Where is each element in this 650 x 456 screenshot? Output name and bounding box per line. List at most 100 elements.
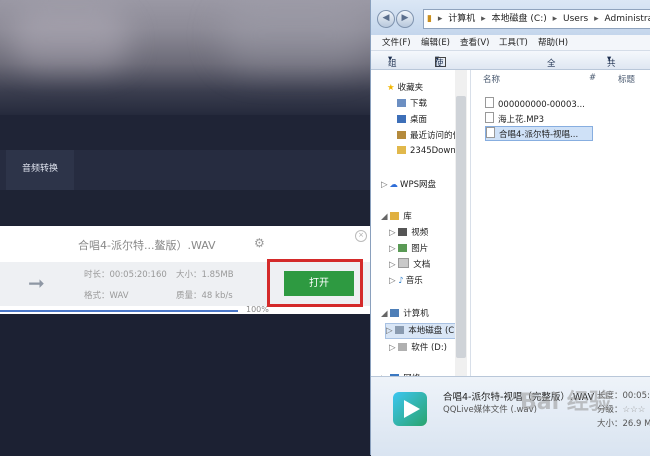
close-icon[interactable]: × bbox=[355, 230, 367, 242]
list-item[interactable]: 000000000-00003... bbox=[485, 97, 585, 110]
details-size: 大小：26.9 M bbox=[597, 417, 650, 429]
music-icon: ♪ bbox=[398, 276, 403, 286]
open-button[interactable]: 打开 bbox=[284, 271, 354, 296]
nav-computer-label: 计算机 bbox=[403, 309, 429, 319]
menu-edit[interactable]: 编辑(E) bbox=[421, 36, 450, 48]
back-icon[interactable]: ◀ bbox=[377, 10, 395, 28]
size-label: 大小：1.85MB bbox=[176, 268, 234, 280]
scrollbar-thumb[interactable] bbox=[456, 96, 466, 358]
background-blur-shape bbox=[10, 10, 130, 70]
documents-icon bbox=[398, 258, 409, 268]
pictures-icon bbox=[398, 244, 407, 252]
column-number[interactable]: # bbox=[589, 73, 596, 83]
expand-arrow-icon: ▷ bbox=[389, 260, 396, 270]
highlight-box: 打开 bbox=[267, 259, 363, 307]
chevron-right-icon: ▸ bbox=[553, 14, 558, 24]
list-item[interactable]: 海上花.MP3 bbox=[485, 112, 544, 125]
menu-file[interactable]: 文件(F) bbox=[382, 36, 411, 48]
download-folder-icon bbox=[397, 99, 406, 107]
nav-2345-label: 2345Downl bbox=[410, 146, 458, 156]
forward-icon[interactable]: ▶ bbox=[396, 10, 414, 28]
nav-local-c[interactable]: ▷ 本地磁盘 (C: bbox=[385, 323, 457, 339]
nav-recent[interactable]: 最近访问的位 bbox=[397, 129, 461, 141]
address-input[interactable]: ▮ ▸ 计算机 ▸ 本地磁盘 (C:) ▸ Users ▸ Administra bbox=[423, 9, 650, 29]
column-title[interactable]: 标题 bbox=[618, 73, 635, 85]
computer-icon bbox=[390, 309, 399, 317]
share-button[interactable]: 共享 ▾ bbox=[607, 54, 611, 64]
nav-pictures-label: 图片 bbox=[411, 244, 428, 254]
recent-places-icon bbox=[397, 131, 406, 139]
nav-scrollbar[interactable] bbox=[455, 70, 467, 376]
gear-icon[interactable]: ⚙ bbox=[254, 236, 265, 250]
nav-wps-label: WPS网盘 bbox=[400, 180, 436, 190]
breadcrumb-computer[interactable]: 计算机 bbox=[448, 14, 475, 24]
progress-percent: 100% bbox=[246, 305, 269, 314]
nav-documents[interactable]: ▷ 文档 bbox=[389, 258, 430, 270]
file-item-label: 海上花.MP3 bbox=[498, 115, 544, 125]
nav-pictures[interactable]: ▷ 图片 bbox=[389, 242, 428, 254]
expand-arrow-icon: ▷ bbox=[389, 228, 396, 238]
nav-2345[interactable]: 2345Downl bbox=[397, 146, 458, 156]
header-band bbox=[0, 115, 372, 150]
breadcrumb-users[interactable]: Users bbox=[563, 14, 588, 24]
rating-stars-icon[interactable]: ☆☆☆ bbox=[623, 405, 646, 415]
content-band bbox=[0, 190, 372, 225]
nav-recent-label: 最近访问的位 bbox=[410, 131, 461, 141]
arrow-right-icon: ➞ bbox=[28, 274, 45, 292]
chevron-right-icon: ▸ bbox=[481, 14, 486, 24]
chevron-right-icon: ▸ bbox=[594, 14, 599, 24]
nav-documents-label: 文档 bbox=[413, 260, 430, 270]
command-bar: 组织 ▾ 使用腾讯视频播放 ▾ 全部播放 共享 ▾ bbox=[371, 51, 650, 70]
nav-library-label: 库 bbox=[403, 212, 412, 222]
folder-icon bbox=[397, 146, 406, 154]
nav-desktop-label: 桌面 bbox=[410, 115, 427, 125]
file-name: 合唱4-派尔特...鳌版）.WAV bbox=[78, 237, 216, 253]
folder-icon: ▮ bbox=[427, 14, 432, 24]
drive-icon bbox=[395, 326, 404, 334]
file-icon bbox=[485, 97, 494, 108]
menu-help[interactable]: 帮助(H) bbox=[538, 36, 568, 48]
drive-icon bbox=[398, 343, 407, 351]
menu-view[interactable]: 查看(V) bbox=[460, 36, 489, 48]
file-icon bbox=[485, 112, 494, 123]
nav-downloads-label: 下载 bbox=[410, 99, 427, 109]
format-label: 格式：WAV bbox=[84, 289, 129, 301]
play-with-button[interactable]: 使用腾讯视频播放 ▾ bbox=[435, 54, 439, 64]
nav-desktop[interactable]: 桌面 bbox=[397, 113, 427, 125]
nav-favorites[interactable]: ★收藏夹 bbox=[387, 81, 423, 93]
nav-video[interactable]: ▷ 视频 bbox=[389, 226, 428, 238]
list-item-selected[interactable]: 合唱4-派尔特-视唱... bbox=[485, 126, 593, 141]
nav-soft-d-label: 软件 (D:) bbox=[411, 343, 447, 353]
nav-music[interactable]: ▷ ♪音乐 bbox=[389, 274, 423, 286]
organize-button[interactable]: 组织 ▾ bbox=[388, 54, 392, 64]
video-icon bbox=[398, 228, 407, 236]
navigation-pane: ★收藏夹 下载 桌面 最近访问的位 2345Downl ▷☁WPS网盘 ◢ 库 … bbox=[371, 70, 471, 376]
breadcrumb-local-c[interactable]: 本地磁盘 (C:) bbox=[492, 14, 547, 24]
cloud-icon: ☁ bbox=[390, 180, 399, 190]
address-bar-area: ◀ ▶ ▮ ▸ 计算机 ▸ 本地磁盘 (C:) ▸ Users ▸ Admini… bbox=[371, 0, 650, 35]
menu-tools[interactable]: 工具(T) bbox=[499, 36, 528, 48]
expand-arrow-icon: ▷ bbox=[389, 244, 396, 254]
nav-downloads[interactable]: 下载 bbox=[397, 97, 427, 109]
file-list: 名称 # 标题 000000000-00003... 海上花.MP3 合唱4-派… bbox=[471, 70, 650, 376]
nav-computer[interactable]: ◢ 计算机 bbox=[381, 307, 429, 319]
quality-label: 质量：48 kb/s bbox=[176, 289, 233, 301]
nav-wps[interactable]: ▷☁WPS网盘 bbox=[381, 178, 436, 190]
file-name-text: 合唱4-派尔特...鳌版）.WAV bbox=[78, 239, 216, 252]
column-name[interactable]: 名称 bbox=[483, 73, 500, 85]
desktop-icon bbox=[397, 115, 406, 123]
nav-library[interactable]: ◢ 库 bbox=[381, 210, 412, 222]
expand-arrow-icon: ▷ bbox=[386, 326, 393, 336]
breadcrumb-admin[interactable]: Administra bbox=[605, 14, 650, 24]
qqlive-icon bbox=[393, 392, 427, 426]
nav-music-label: 音乐 bbox=[406, 276, 423, 286]
expand-arrow-icon: ▷ bbox=[381, 180, 388, 190]
chevron-right-icon: ▸ bbox=[438, 14, 443, 24]
nav-soft-d[interactable]: ▷ 软件 (D:) bbox=[389, 341, 447, 353]
star-icon: ★ bbox=[387, 83, 395, 93]
nav-video-label: 视频 bbox=[411, 228, 428, 238]
file-item-label: 000000000-00003... bbox=[498, 100, 585, 110]
background-blur-shape bbox=[220, 0, 370, 70]
tab-audio-convert[interactable]: 音频转换 bbox=[6, 150, 74, 192]
progress-bar bbox=[0, 310, 238, 312]
